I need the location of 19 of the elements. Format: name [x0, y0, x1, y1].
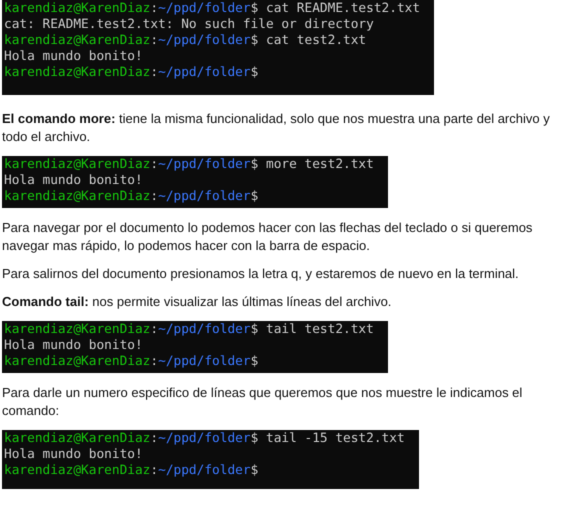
terminal-output-line: Hola mundo bonito!	[4, 173, 144, 189]
terminal-output-line: Hola mundo bonito!	[4, 49, 144, 65]
paragraph: Para darle un numero especifico de líneas que queremos que nos muestre le indicamos el comando:	[2, 384, 524, 420]
terminal-prompt-line: karendiaz@KarenDiaz:~/ppd/folder$	[4, 189, 260, 205]
terminal-prompt-line: karendiaz@KarenDiaz:~/ppd/folder$ cat test2.txt	[4, 33, 368, 49]
paragraph: Para salirnos del documento presionamos la letra q, y estaremos de nuevo en la terminal.	[2, 265, 520, 283]
terminal-prompt-line: karendiaz@KarenDiaz:~/ppd/folder$ more test2.txt	[4, 157, 374, 173]
terminal-output-line: cat: README.test2.txt: No such file or directory	[4, 17, 375, 33]
paragraph: El comando more: tiene la misma funcionalidad, solo que nos muestra una parte del archivo y todo el archivo.	[2, 110, 551, 146]
terminal-prompt-line: karendiaz@KarenDiaz:~/ppd/folder$	[4, 65, 260, 81]
paragraph: Comando tail: nos permite visualizar las últimas líneas del archivo.	[2, 293, 392, 311]
terminal-prompt-line: karendiaz@KarenDiaz:~/ppd/folder$ cat README.test2.txt	[4, 1, 420, 17]
terminal-output-line: Hola mundo bonito!	[4, 338, 144, 354]
paragraph: Para navegar por el documento lo podemos hacer con las flechas del teclado o si queremos navegar mas rápido, lo podemos hacer con la barra de espacio.	[2, 219, 534, 255]
terminal-prompt-line: karendiaz@KarenDiaz:~/ppd/folder$	[4, 354, 260, 370]
terminal-output-line: Hola mundo bonito!	[4, 447, 144, 463]
terminal-prompt-line: karendiaz@KarenDiaz:~/ppd/folder$ tail test2.txt	[4, 322, 374, 338]
terminal-prompt-line: karendiaz@KarenDiaz:~/ppd/folder$ tail -15 test2.txt	[4, 431, 405, 447]
terminal-prompt-line: karendiaz@KarenDiaz:~/ppd/folder$	[4, 463, 260, 479]
